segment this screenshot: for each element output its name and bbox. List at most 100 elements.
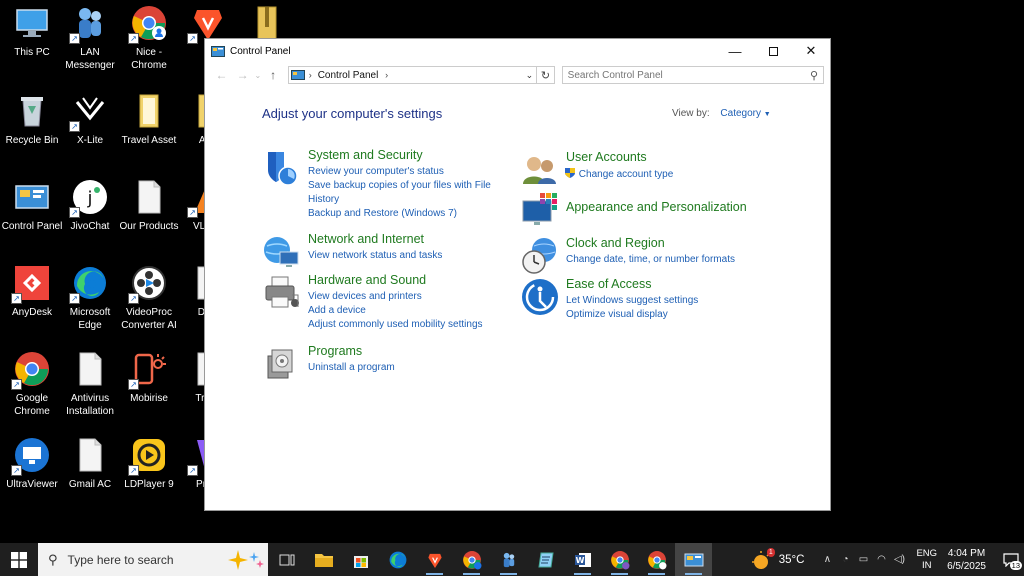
control-panel-icon [684, 553, 703, 566]
refresh-button[interactable]: ↻ [537, 66, 555, 84]
link-add-device[interactable]: Add a device [308, 304, 483, 318]
link-suggest-settings[interactable]: Let Windows suggest settings [566, 294, 698, 308]
link-uninstall-program[interactable]: Uninstall a program [308, 361, 395, 375]
desktop-icon-ultraviewer[interactable]: ↗ UltraViewer [0, 436, 64, 491]
circle-arrow-icon: ◔ [842, 554, 849, 565]
desktop-icon-recycle-bin[interactable]: Recycle Bin [0, 92, 64, 147]
desktop-icon-ldplayer[interactable]: ↗ LDPlayer 9 [117, 436, 181, 491]
back-button[interactable]: ← [211, 68, 232, 82]
task-view-button[interactable] [268, 543, 305, 576]
taskbar-chrome-profile-3[interactable] [638, 543, 675, 576]
notification-center-button[interactable]: 13 [998, 543, 1024, 576]
forward-button[interactable]: → [232, 68, 253, 82]
desktop-icon-lan-messenger[interactable]: ↗ LAN Messenger [58, 4, 122, 72]
taskbar-control-panel[interactable] [675, 543, 712, 576]
taskbar-notepad[interactable] [527, 543, 564, 576]
up-button[interactable]: ↑ [263, 68, 284, 82]
svg-text:W: W [575, 556, 584, 565]
title-bar[interactable]: Control Panel — ✕ [205, 39, 830, 63]
taskbar-edge[interactable] [379, 543, 416, 576]
taskbar-microsoft-store[interactable] [342, 543, 379, 576]
task-view-icon [279, 554, 294, 565]
desktop-icon-jivochat[interactable]: j ↗ JivoChat [58, 178, 122, 233]
desktop-icon-nice-chrome[interactable]: ↗ Nice - Chrome [117, 4, 181, 72]
taskbar-chrome-profile-n[interactable] [453, 543, 490, 576]
shortcut-arrow-icon: ↗ [187, 33, 198, 44]
category-title-ease-of-access[interactable]: Ease of Access [566, 277, 698, 292]
network-button[interactable]: ◠ [872, 554, 890, 565]
link-review-status[interactable]: Review your computer's status [308, 165, 493, 179]
desktop-icon-gmail-ac[interactable]: Gmail AC [58, 436, 122, 491]
chrome-profile-icon [610, 550, 629, 569]
shortcut-arrow-icon: ↗ [11, 379, 22, 390]
taskbar-lan-messenger[interactable] [490, 543, 527, 576]
category-title-programs[interactable]: Programs [308, 344, 395, 359]
start-button[interactable] [0, 543, 38, 576]
ultraviewer-icon: ↗ [11, 436, 51, 476]
link-mobility-settings[interactable]: Adjust commonly used mobility settings [308, 318, 483, 332]
minimize-button[interactable]: — [716, 39, 754, 63]
desktop-icon-antivirus-installation[interactable]: Antivirus Installation [58, 350, 122, 418]
close-button[interactable]: ✕ [792, 39, 830, 63]
link-devices-printers[interactable]: View devices and printers [308, 290, 483, 304]
desktop-icon-this-pc[interactable]: This PC [0, 4, 64, 59]
shortcut-arrow-icon: ↗ [128, 379, 139, 390]
view-by-dropdown[interactable]: Category ▼ [720, 108, 770, 119]
category-title-system-security[interactable]: System and Security [308, 148, 493, 163]
category-title-user-accounts[interactable]: User Accounts [566, 150, 675, 165]
desktop-icon-mobirise[interactable]: ↗ Mobirise [117, 350, 181, 405]
page-title: Adjust your computer's settings [262, 106, 443, 121]
link-date-time-formats[interactable]: Change date, time, or number formats [566, 253, 735, 267]
taskbar-word[interactable]: W [564, 543, 601, 576]
link-network-status[interactable]: View network status and tasks [308, 249, 442, 263]
desktop-icon-x-lite[interactable]: ↗ X-Lite [58, 92, 122, 147]
input-language-button[interactable]: ENG IN [916, 548, 937, 572]
desktop-icon-our-products[interactable]: Our Products [117, 178, 181, 233]
battery-button[interactable]: ▭ [854, 554, 872, 565]
anydesk-icon: ↗ [11, 264, 51, 304]
content-area: Adjust your computer's settings View by:… [205, 87, 830, 512]
running-indicator [463, 573, 480, 575]
taskbar-brave[interactable] [416, 543, 453, 576]
recent-locations-button[interactable]: ⌄ [253, 71, 263, 80]
breadcrumb[interactable]: Control Panel › [318, 70, 523, 81]
weather-widget[interactable]: 1 35°C [751, 547, 804, 570]
link-change-account-type[interactable]: Change account type [564, 167, 673, 182]
show-hidden-icons-button[interactable]: ∧ [818, 554, 836, 565]
tray-app-icon[interactable]: ◔ [836, 554, 854, 565]
control-panel-icon [290, 70, 305, 80]
breadcrumb-item: Control Panel [317, 69, 379, 81]
taskbar-file-explorer[interactable] [305, 543, 342, 576]
computer-icon [13, 4, 51, 42]
desktop-icon-videoproc[interactable]: ↗ VideoProc Converter AI [117, 264, 181, 332]
search-highlights-icon [228, 549, 264, 570]
category-title-clock-region[interactable]: Clock and Region [566, 236, 735, 251]
arrow-right-icon: → [236, 68, 249, 82]
windows-logo-icon [11, 551, 27, 568]
desktop-icon-microsoft-edge[interactable]: ↗ Microsoft Edge [58, 264, 122, 332]
taskbar-search-box[interactable]: ⚲ Type here to search [38, 543, 268, 576]
category-title-network-internet[interactable]: Network and Internet [308, 232, 442, 247]
link-backup-restore[interactable]: Backup and Restore (Windows 7) [308, 207, 493, 221]
clock-button[interactable]: 4:04 PM 6/5/2025 [947, 547, 986, 573]
address-dropdown-button[interactable]: ⌄ [522, 70, 536, 81]
maximize-button[interactable] [754, 39, 792, 63]
desktop-icon-anydesk[interactable]: ↗ AnyDesk [0, 264, 64, 319]
desktop-icon-control-panel[interactable]: Control Panel [0, 178, 64, 233]
link-optimize-display[interactable]: Optimize visual display [566, 308, 698, 322]
category-title-appearance[interactable]: Appearance and Personalization [566, 200, 747, 215]
search-input[interactable] [567, 69, 806, 81]
view-by-label: View by: [672, 108, 710, 119]
appearance-icon [522, 193, 557, 225]
taskbar-chrome-profile-2[interactable] [601, 543, 638, 576]
x-lite-icon: ↗ [69, 92, 109, 132]
address-field[interactable]: › Control Panel › ⌄ [287, 66, 538, 84]
category-title-hardware-sound[interactable]: Hardware and Sound [308, 273, 483, 288]
link-file-history[interactable]: Save backup copies of your files with Fi… [308, 179, 493, 207]
shortcut-arrow-icon: ↗ [69, 33, 80, 44]
search-box[interactable]: ⚲ [561, 66, 825, 84]
desktop-icon-travel-asset[interactable]: Travel Asset [117, 92, 181, 147]
desktop-icon-google-chrome[interactable]: ↗ Google Chrome [0, 350, 64, 418]
category-system-security: System and Security Review your computer… [262, 148, 493, 221]
volume-button[interactable]: ◁) [890, 554, 908, 565]
